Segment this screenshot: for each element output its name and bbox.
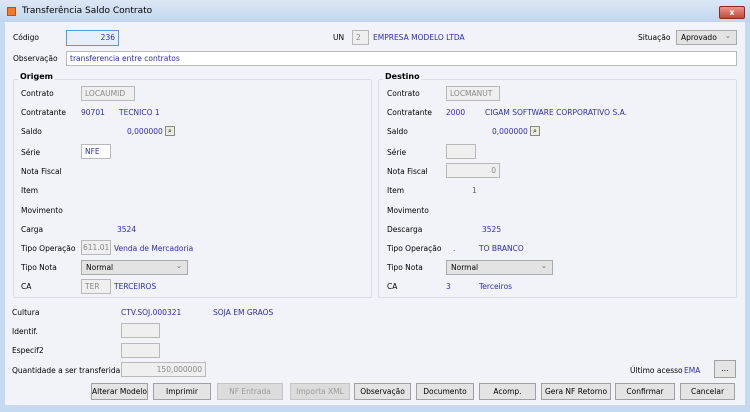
search-icon[interactable]: ⌕ [530, 126, 540, 136]
codigo-input[interactable]: 236 [66, 30, 119, 46]
destino-contratante-name: CIGAM SOFTWARE CORPORATIVO S.A. [485, 108, 627, 117]
acomp-button[interactable]: Acomp. [479, 383, 536, 400]
un-input[interactable]: 2 [352, 30, 369, 45]
origem-saldo: 0,000000 [127, 127, 163, 136]
origem-tipo-op-label: Tipo Operação [21, 244, 76, 253]
origem-ca-label: CA [21, 282, 32, 291]
origem-nota-label: Nota Fiscal [21, 167, 62, 176]
origem-contrato-label: Contrato [21, 89, 54, 98]
destino-ca-name: Terceiros [479, 282, 513, 291]
origem-movimento-label: Movimento [21, 206, 63, 215]
origem-saldo-label: Saldo [21, 127, 42, 136]
destino-contrato-label: Contrato [387, 89, 420, 98]
destino-descarga-label: Descarga [387, 225, 423, 234]
origem-tipo-nota-select[interactable]: Normal [81, 260, 188, 275]
origem-contratante-code: 90701 [81, 108, 105, 117]
destino-serie-label: Série [387, 148, 407, 157]
origem-carga: 3524 [117, 225, 137, 234]
empresa-name: EMPRESA MODELO LTDA [373, 33, 465, 42]
situacao-label: Situação [638, 33, 671, 42]
origem-carga-label: Carga [21, 225, 44, 234]
un-label: UN [333, 33, 345, 42]
codigo-label: Código [13, 33, 40, 42]
origem-serie-input[interactable]: NFE [81, 144, 111, 159]
alterar-modelo-button[interactable]: Alterar Modelo [91, 383, 148, 400]
destino-contratante-label: Contratante [387, 108, 433, 117]
destino-contratante-code: 2000 [446, 108, 466, 117]
close-button[interactable]: x [719, 6, 745, 19]
cultura-code: CTV.SOJ.000321 [121, 308, 182, 317]
search-icon[interactable]: ⌕ [165, 126, 175, 136]
cancelar-button[interactable]: Cancelar [680, 383, 735, 400]
ultimo-acesso-label: Último acesso [630, 366, 683, 375]
origem-serie-label: Série [21, 148, 41, 157]
origem-contrato-input[interactable]: LOCAUMID [81, 86, 135, 101]
ultimo-acesso-value: EMA [684, 366, 701, 375]
observacao-label: Observação [13, 54, 58, 63]
origem-ca-input[interactable]: TER [81, 279, 111, 294]
confirmar-button[interactable]: Confirmar [615, 383, 675, 400]
cultura-name: SOJA EM GRAOS [213, 308, 274, 317]
destino-movimento-label: Movimento [387, 206, 429, 215]
importa-xml-button[interactable]: Importa XML [290, 383, 350, 400]
quantidade-label: Quantidade a ser transferida [12, 366, 121, 375]
destino-saldo-label: Saldo [387, 127, 408, 136]
origem-title: Origem [18, 72, 55, 81]
identif-input[interactable] [121, 323, 160, 338]
destino-tipo-op-label: Tipo Operação [387, 244, 442, 253]
destino-saldo: 0,000000 [492, 127, 528, 136]
destino-tipo-nota-select[interactable]: Normal [446, 260, 553, 275]
identif-label: Identif. [12, 327, 38, 336]
origem-contratante-name: TECNICO 1 [119, 108, 160, 117]
origem-group [13, 79, 372, 298]
especif-input[interactable] [121, 343, 160, 358]
origem-item-label: Item [21, 186, 39, 195]
destino-contrato-input[interactable]: LOCMANUT [446, 86, 500, 101]
origem-contratante-label: Contratante [21, 108, 67, 117]
quantidade-input[interactable]: 150,000000 [121, 362, 206, 377]
observacao-input[interactable]: transferencia entre contratos [66, 51, 737, 66]
origem-tipo-op-input[interactable]: 611.01 [81, 240, 111, 255]
imprimir-button[interactable]: Imprimir [153, 383, 211, 400]
gera-nf-retorno-button[interactable]: Gera NF Retorno [541, 383, 611, 400]
destino-tipo-op-name: TO BRANCO [479, 244, 524, 253]
cultura-label: Cultura [12, 308, 40, 317]
especif-label: Especif2 [12, 346, 44, 355]
origem-ca-name: TERCEIROS [114, 282, 157, 291]
destino-nota-input[interactable]: 0 [446, 163, 500, 178]
destino-item-label: Item [387, 186, 405, 195]
destino-descarga: 3525 [482, 225, 502, 234]
origem-tipo-nota-label: Tipo Nota [21, 263, 57, 272]
destino-item: 1 [472, 186, 477, 195]
app-icon [7, 7, 16, 16]
destino-ca-code: 3 [446, 282, 451, 291]
documento-button[interactable]: Documento [416, 383, 474, 400]
nf-entrada-button[interactable]: NF Entrada [217, 383, 283, 400]
more-button[interactable]: ... [714, 360, 736, 378]
observacao-button[interactable]: Observação [354, 383, 411, 400]
destino-nota-label: Nota Fiscal [387, 167, 428, 176]
destino-tipo-op-code: . [453, 244, 456, 253]
destino-title: Destino [383, 72, 422, 81]
situacao-select[interactable]: Aprovado [676, 30, 737, 45]
window-title: Transferência Saldo Contrato [22, 6, 153, 16]
destino-ca-label: CA [387, 282, 398, 291]
origem-tipo-op-name: Venda de Mercadoria [114, 244, 194, 253]
destino-tipo-nota-label: Tipo Nota [387, 263, 423, 272]
destino-serie-input[interactable] [446, 144, 476, 159]
